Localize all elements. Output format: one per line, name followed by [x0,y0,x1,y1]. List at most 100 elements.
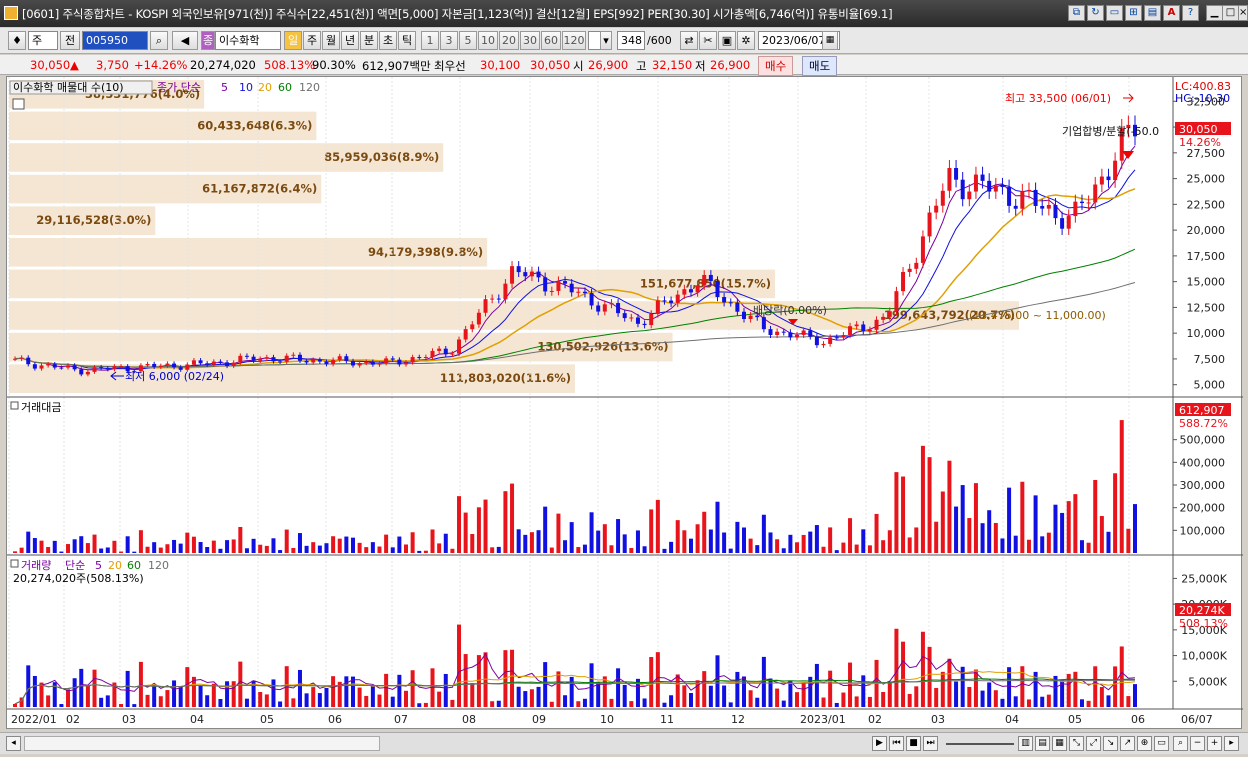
pin-icon[interactable]: ♦ [8,31,26,50]
stock-chart-svg[interactable]: 38,531,776(4.0%)60,433,648(6.3%)85,959,0… [7,77,1243,730]
count-input[interactable]: 348 [617,31,645,50]
volume-bar [1040,696,1045,707]
tile-icon[interactable]: ⊞ [1125,5,1142,21]
save-icon[interactable]: ▣ [718,31,736,50]
volume-bar [490,701,495,707]
tab-period-second[interactable]: 초 [379,31,397,50]
y-tick-label: 300,000 [1180,479,1226,492]
zoom-in-icon[interactable]: + [1207,736,1222,751]
volume-bar [947,658,952,707]
tool-icon[interactable]: ⤡ [1069,736,1084,751]
rewind-icon[interactable]: ⏮ [889,736,904,751]
scroll-thumb[interactable] [24,736,380,751]
x-tick-label: 09 [532,713,546,726]
sell-button[interactable]: 매도 [802,56,838,76]
candle [476,312,481,325]
link-icon[interactable]: ⧉ [1068,5,1085,21]
tool-icon[interactable]: ▤ [1035,736,1050,751]
interval-button[interactable]: 1 [421,31,439,50]
zoom-out-icon[interactable]: − [1190,736,1205,751]
calendar-icon[interactable]: ▦ [822,31,838,50]
window-title: [0601] 주식종합차트 - KOSPI 외국인보유[971(천)] 주식수[… [22,7,893,21]
interval-button[interactable]: 10 [478,31,498,50]
interval-button[interactable]: 5 [459,31,477,50]
candle [225,362,230,366]
search-icon[interactable]: ⌕ [150,31,168,50]
interval-button[interactable]: 30 [520,31,540,50]
volume-bar [801,683,806,707]
volume-bar [940,671,945,707]
zoom-icon[interactable]: ⌕ [1173,736,1188,751]
grid-toggle-icon[interactable] [12,98,25,110]
zoom-slider[interactable] [946,743,1014,745]
tool-icon[interactable]: ▭ [1154,736,1169,751]
tab-period-minute[interactable]: 분 [360,31,378,50]
font-icon[interactable]: A [1163,5,1180,21]
amount-bar [582,544,587,553]
tool-icon[interactable]: ▦ [1052,736,1067,751]
amount-bar [907,537,912,553]
candle [914,262,919,269]
volume-bar [748,690,753,707]
interval-button[interactable]: 60 [541,31,561,50]
scroll-bar[interactable]: ◂ ▶ ⏮ ■ ⏭ ▥ ▤ ▦ ⤡ ⤢ ↘ ↗ ⊕ ▭ ⌕ − + ▸ [0,732,1248,754]
scroll-right-icon[interactable]: ▸ [1224,736,1239,751]
volume-bar [119,703,124,707]
stock-name-field[interactable]: 이수화학 [215,31,281,50]
speaker-icon[interactable]: ◀ [172,31,198,50]
print-icon[interactable]: ▤ [1144,5,1161,21]
interval-button[interactable]: 3 [440,31,458,50]
tab-period-year[interactable]: 년 [341,31,359,50]
close-button[interactable]: × [1238,5,1248,21]
window-icon[interactable]: ▭ [1106,5,1123,21]
ma-legend-10: 10 [239,81,253,94]
amount-bar [795,542,800,553]
stop-icon[interactable]: ■ [906,736,921,751]
volume-bar [543,662,548,707]
scissors-icon[interactable]: ✂ [699,31,717,50]
amount-bar [297,533,302,553]
gear-icon[interactable]: ✲ [737,31,755,50]
volume-profile: 38,531,776(4.0%)60,433,648(6.3%)85,959,0… [9,80,1019,393]
prev-button[interactable]: 전 [60,31,80,50]
scroll-left-icon[interactable]: ◂ [6,736,21,751]
volume-bar [861,675,866,707]
period-select[interactable]: 주 [28,31,58,50]
amount-pct-tag: 588.72% [1179,417,1228,430]
candle [264,357,269,359]
tool-icon[interactable]: ↘ [1103,736,1118,751]
tool-icon[interactable]: ↗ [1120,736,1135,751]
minimize-button[interactable]: ▁ [1206,5,1223,21]
tab-period-week[interactable]: 주 [303,31,321,50]
candle [1013,205,1018,209]
amount-bar [476,507,481,553]
fast-forward-icon[interactable]: ⏭ [923,736,938,751]
volume-bar [914,686,919,707]
chevron-down-icon[interactable]: ▾ [600,31,612,50]
play-icon[interactable]: ▶ [872,736,887,751]
tab-period-day[interactable]: 일 [284,31,302,50]
tool-icon[interactable]: ⤢ [1086,736,1101,751]
amount-bar [655,499,660,553]
buy-button[interactable]: 매수 [758,56,794,76]
refresh-icon[interactable]: ↻ [1087,5,1104,21]
tab-period-month[interactable]: 월 [322,31,340,50]
amount-bar [602,524,607,553]
amount-bar [808,531,813,553]
tool-arrow-icon[interactable]: ⇄ [680,31,698,50]
volume-bar [105,695,110,707]
tab-period-tick[interactable]: 틱 [398,31,416,50]
interval-button[interactable]: 20 [499,31,519,50]
chart-area[interactable]: 38,531,776(4.0%)60,433,648(6.3%)85,959,0… [6,76,1243,730]
candle [443,348,448,355]
volume-bar [775,688,780,707]
open-label: 시 [573,59,584,73]
tool-icon[interactable]: ⊕ [1137,736,1152,751]
amount-bar [1106,531,1111,553]
low-label: 저 [695,59,706,73]
help-icon[interactable]: ? [1182,5,1199,21]
interval-button[interactable]: 120 [562,31,586,50]
code-input[interactable]: 005950 [82,31,148,50]
tool-icon[interactable]: ▥ [1018,736,1033,751]
maximize-button[interactable]: □ [1222,5,1239,21]
